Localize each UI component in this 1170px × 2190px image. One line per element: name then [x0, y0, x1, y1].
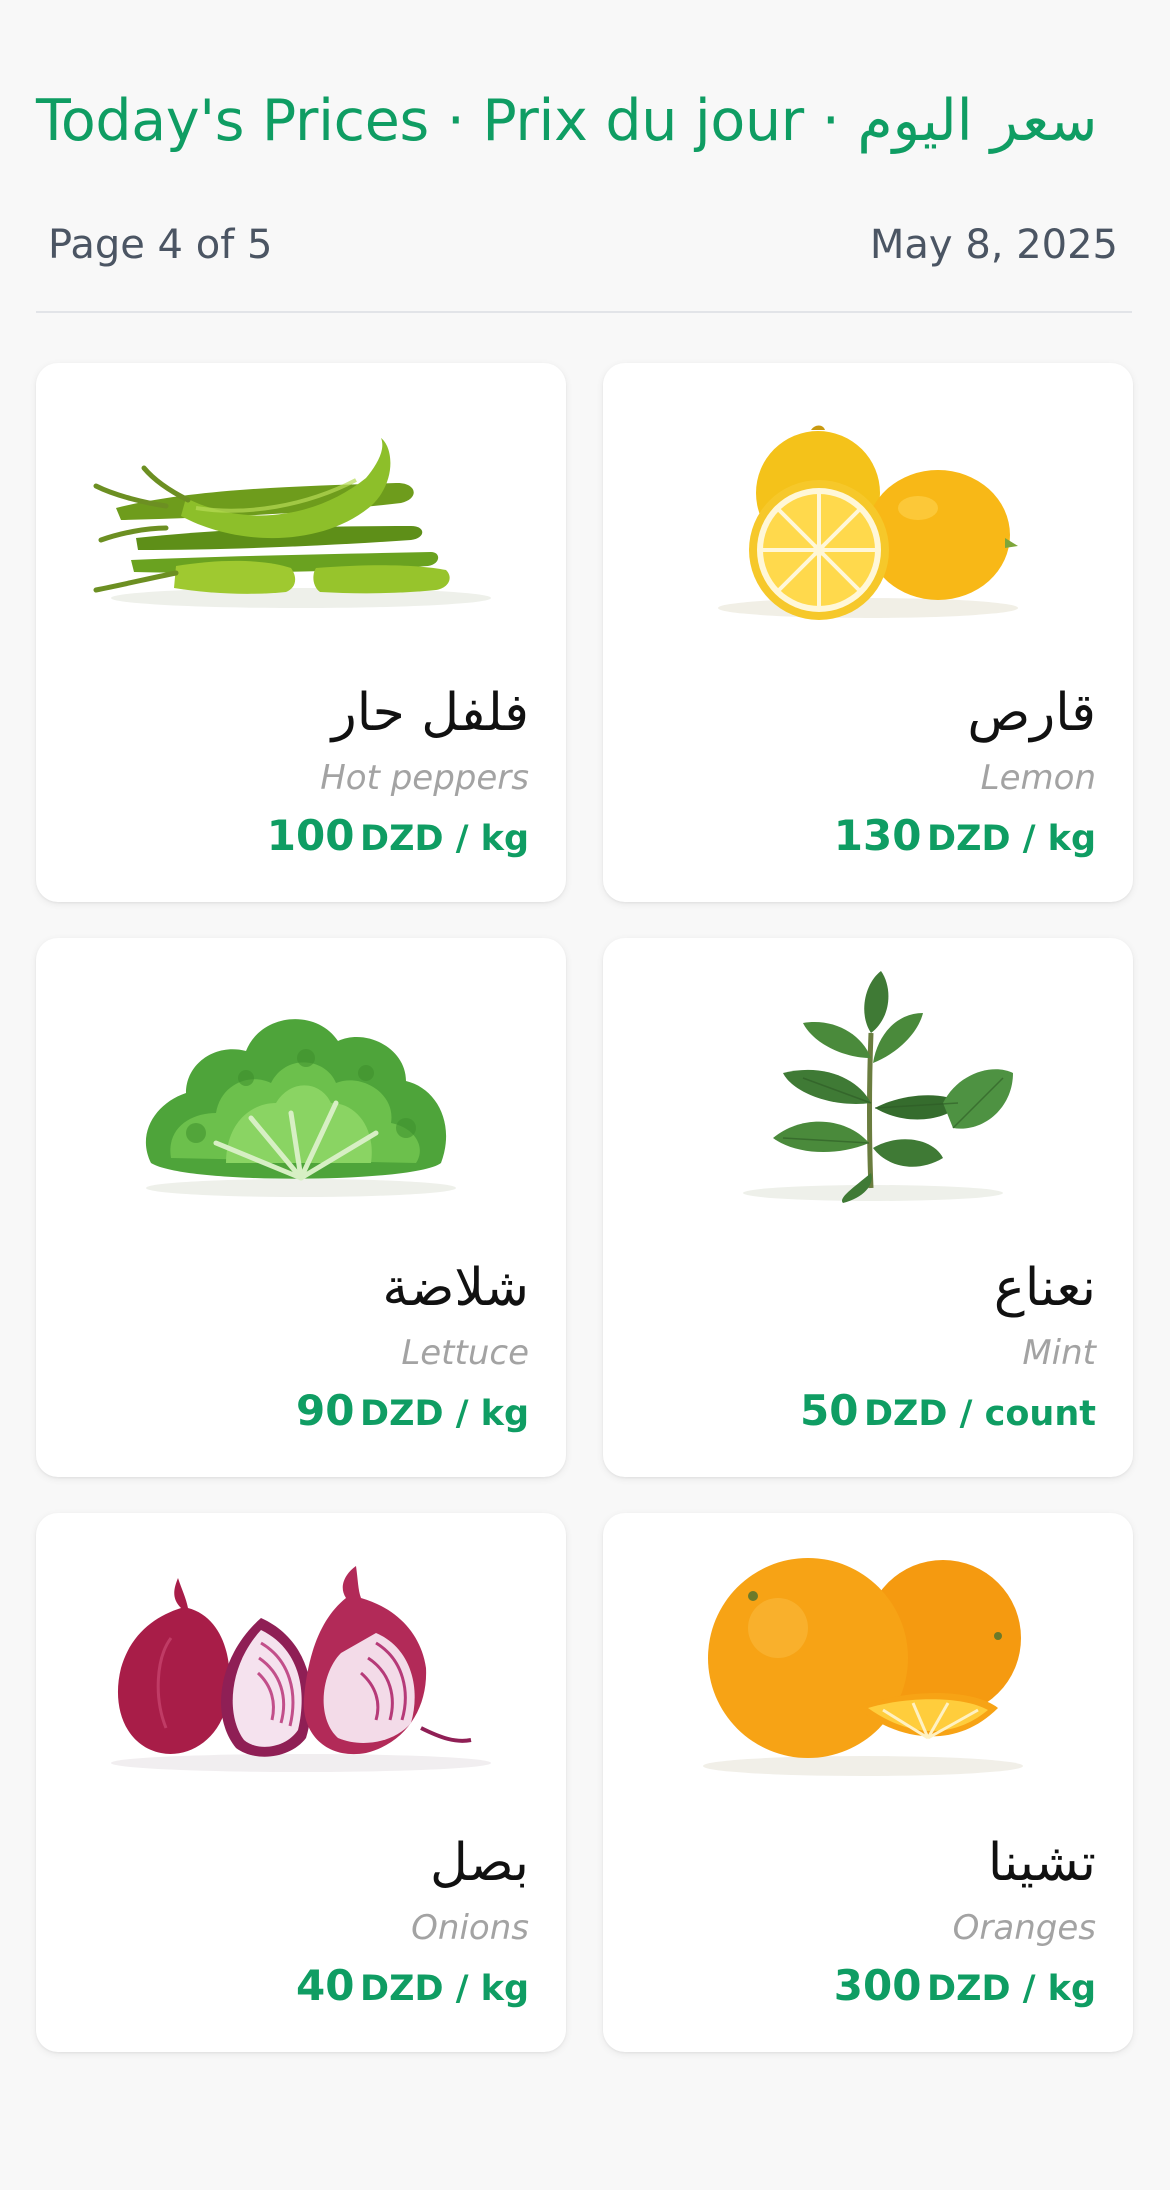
price-unit: DZD / kg	[360, 1969, 529, 2009]
product-grid: فلفل حار Hot peppers 100 DZD / kg قارص L…	[36, 363, 1133, 2052]
price-value: 300	[833, 1961, 922, 2010]
hot-peppers-image	[76, 388, 526, 628]
product-name-en: Lemon	[980, 758, 1096, 798]
product-name-en: Onions	[411, 1908, 529, 1948]
product-price: 50 DZD / count	[800, 1386, 1096, 1435]
product-name-en: Mint	[1022, 1333, 1096, 1373]
product-price: 100 DZD / kg	[267, 811, 529, 860]
product-card-oranges[interactable]: تشينا Oranges 300 DZD / kg	[603, 1513, 1133, 2052]
product-name-en: Hot peppers	[320, 758, 529, 798]
product-card-hot-peppers[interactable]: فلفل حار Hot peppers 100 DZD / kg	[36, 363, 566, 902]
product-name-ar: نعناع	[993, 1258, 1096, 1318]
price-value: 100	[266, 811, 355, 860]
product-card-lemon[interactable]: قارص Lemon 130 DZD / kg	[603, 363, 1133, 902]
product-price: 40 DZD / kg	[296, 1961, 529, 2010]
product-price: 130 DZD / kg	[834, 811, 1096, 860]
price-value: 130	[833, 811, 922, 860]
product-price: 90 DZD / kg	[296, 1386, 529, 1435]
product-card-onions[interactable]: بصل Onions 40 DZD / kg	[36, 1513, 566, 2052]
mint-image	[643, 963, 1093, 1203]
lemon-image	[643, 388, 1093, 628]
price-value: 50	[799, 1386, 859, 1435]
product-name-ar: بصل	[430, 1833, 529, 1893]
price-unit: DZD / count	[864, 1394, 1096, 1434]
page-title: Today's Prices · Prix du jour · سعر اليو…	[36, 88, 1098, 154]
header-divider	[36, 311, 1132, 313]
price-unit: DZD / kg	[927, 819, 1096, 859]
product-card-lettuce[interactable]: شلاضة Lettuce 90 DZD / kg	[36, 938, 566, 1477]
page-meta: Page 4 of 5 May 8, 2025	[48, 222, 1118, 268]
product-name-ar: شلاضة	[382, 1258, 529, 1318]
product-name-ar: قارص	[967, 683, 1096, 743]
product-name-en: Lettuce	[401, 1333, 529, 1373]
price-unit: DZD / kg	[360, 819, 529, 859]
product-card-mint[interactable]: نعناع Mint 50 DZD / count	[603, 938, 1133, 1477]
oranges-image	[643, 1538, 1093, 1778]
price-unit: DZD / kg	[927, 1969, 1096, 2009]
product-name-ar: تشينا	[987, 1833, 1096, 1893]
page-indicator: Page 4 of 5	[48, 222, 273, 268]
product-name-ar: فلفل حار	[331, 683, 529, 743]
price-unit: DZD / kg	[360, 1394, 529, 1434]
price-value: 40	[296, 1961, 355, 2010]
lettuce-image	[76, 963, 526, 1203]
onions-image	[76, 1538, 526, 1778]
product-name-en: Oranges	[952, 1908, 1096, 1948]
price-date: May 8, 2025	[869, 222, 1118, 268]
price-value: 90	[296, 1386, 355, 1435]
product-price: 300 DZD / kg	[834, 1961, 1096, 2010]
